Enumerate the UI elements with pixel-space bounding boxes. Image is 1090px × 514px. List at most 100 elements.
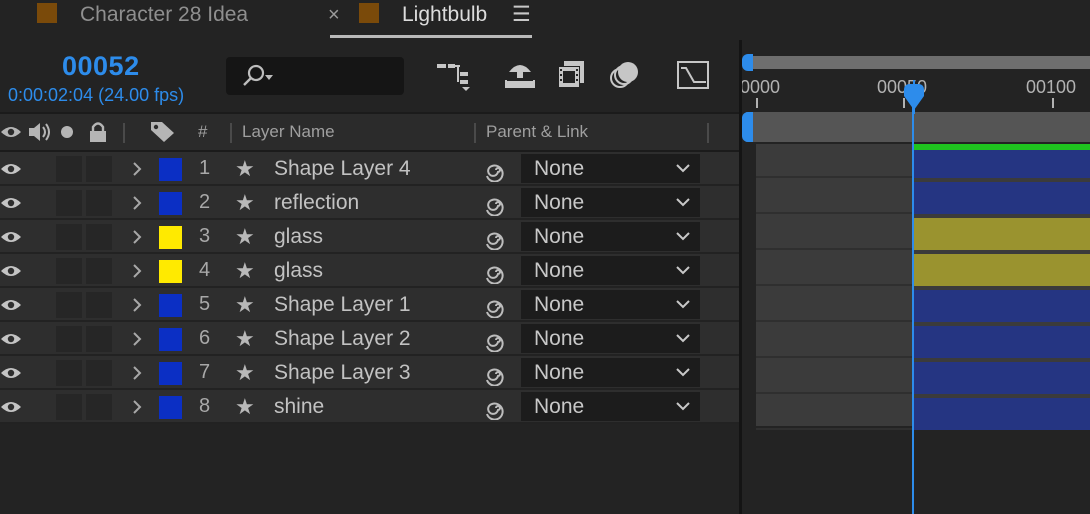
lock-icon[interactable]: [88, 121, 108, 143]
pick-whip-icon[interactable]: [484, 192, 508, 216]
solo-switch[interactable]: [56, 292, 82, 318]
tab-close-icon[interactable]: ×: [328, 3, 340, 27]
expand-chevron-icon[interactable]: [131, 229, 143, 245]
work-area-bar[interactable]: [746, 112, 1090, 142]
layer-duration-bar[interactable]: [913, 290, 1090, 322]
layer-name[interactable]: glass: [274, 225, 323, 249]
tab-lightbulb[interactable]: Lightbulb: [402, 3, 487, 27]
layer-duration-bar[interactable]: [913, 398, 1090, 430]
layer-name[interactable]: Shape Layer 1: [274, 293, 411, 317]
parent-select[interactable]: None: [521, 154, 700, 183]
lock-switch[interactable]: [86, 326, 112, 352]
current-time-indicator-icon[interactable]: [902, 80, 926, 114]
pick-whip-icon[interactable]: [484, 226, 508, 250]
layer-duration-bar[interactable]: [913, 182, 1090, 214]
eye-icon[interactable]: [0, 229, 22, 245]
graph-editor-icon[interactable]: [676, 60, 710, 90]
work-area-start-handle[interactable]: [742, 112, 753, 142]
pick-whip-icon[interactable]: [484, 260, 508, 284]
pick-whip-icon[interactable]: [484, 158, 508, 182]
time-navigator-bar[interactable]: [746, 56, 1090, 69]
eye-icon[interactable]: [0, 365, 22, 381]
layer-label-color[interactable]: [159, 226, 182, 249]
frame-blending-icon[interactable]: [556, 60, 588, 90]
layer-duration-bar[interactable]: [913, 362, 1090, 394]
layer-label-color[interactable]: [159, 328, 182, 351]
layer-name-column-header[interactable]: Layer Name: [242, 114, 335, 150]
parent-select[interactable]: None: [521, 392, 700, 421]
layer-duration-bar[interactable]: [913, 326, 1090, 358]
layer-duration-bar[interactable]: [913, 146, 1090, 178]
solo-switch[interactable]: [56, 258, 82, 284]
eye-icon[interactable]: [0, 124, 22, 140]
layer-row[interactable]: 7 ★ Shape Layer 3 None: [0, 356, 740, 390]
parent-select[interactable]: None: [521, 222, 700, 251]
lock-switch[interactable]: [86, 190, 112, 216]
lock-switch[interactable]: [86, 156, 112, 182]
solo-switch[interactable]: [56, 224, 82, 250]
eye-icon[interactable]: [0, 331, 22, 347]
expand-chevron-icon[interactable]: [131, 195, 143, 211]
layer-name[interactable]: shine: [274, 395, 324, 419]
solo-switch[interactable]: [56, 190, 82, 216]
expand-chevron-icon[interactable]: [131, 399, 143, 415]
layer-list-empty-area[interactable]: [0, 424, 740, 514]
layer-label-color[interactable]: [159, 260, 182, 283]
layer-name[interactable]: Shape Layer 2: [274, 327, 411, 351]
solo-icon[interactable]: [60, 125, 74, 139]
layer-label-color[interactable]: [159, 192, 182, 215]
pick-whip-icon[interactable]: [484, 362, 508, 386]
pick-whip-icon[interactable]: [484, 294, 508, 318]
layer-name[interactable]: reflection: [274, 191, 359, 215]
pick-whip-icon[interactable]: [484, 396, 508, 420]
parent-link-column-header[interactable]: Parent & Link: [486, 114, 588, 150]
pick-whip-icon[interactable]: [484, 328, 508, 352]
layer-label-color[interactable]: [159, 396, 182, 419]
layer-name[interactable]: Shape Layer 3: [274, 361, 411, 385]
layer-row[interactable]: 4 ★ glass None: [0, 254, 740, 288]
solo-switch[interactable]: [56, 326, 82, 352]
expand-chevron-icon[interactable]: [131, 297, 143, 313]
layer-label-color[interactable]: [159, 294, 182, 317]
motion-blur-icon[interactable]: [608, 60, 642, 90]
parent-select[interactable]: None: [521, 188, 700, 217]
layer-row[interactable]: 5 ★ Shape Layer 1 None: [0, 288, 740, 322]
eye-icon[interactable]: [0, 161, 22, 177]
parent-select[interactable]: None: [521, 324, 700, 353]
tab-character-28-idea[interactable]: Character 28 Idea: [80, 3, 248, 27]
solo-switch[interactable]: [56, 394, 82, 420]
lock-switch[interactable]: [86, 394, 112, 420]
layer-row[interactable]: 3 ★ glass None: [0, 220, 740, 254]
time-navigator-start-handle[interactable]: [742, 54, 753, 71]
number-column-header[interactable]: #: [198, 114, 207, 150]
layer-row[interactable]: 8 ★ shine None: [0, 390, 740, 424]
layer-row[interactable]: 1 ★ Shape Layer 4 None: [0, 152, 740, 186]
eye-icon[interactable]: [0, 297, 22, 313]
expand-chevron-icon[interactable]: [131, 263, 143, 279]
parent-select[interactable]: None: [521, 256, 700, 285]
layer-duration-bar[interactable]: [913, 218, 1090, 250]
composition-mini-flowchart-icon[interactable]: [436, 60, 472, 92]
layer-row[interactable]: 2 ★ reflection None: [0, 186, 740, 220]
label-column-header[interactable]: [150, 114, 176, 150]
panel-menu-icon[interactable]: ☰: [512, 3, 531, 27]
parent-select[interactable]: None: [521, 290, 700, 319]
lock-switch[interactable]: [86, 292, 112, 318]
layer-name[interactable]: Shape Layer 4: [274, 157, 411, 181]
current-time-display[interactable]: 00052: [62, 51, 140, 82]
expand-chevron-icon[interactable]: [131, 331, 143, 347]
parent-select[interactable]: None: [521, 358, 700, 387]
expand-chevron-icon[interactable]: [131, 365, 143, 381]
eye-icon[interactable]: [0, 399, 22, 415]
layer-label-color[interactable]: [159, 158, 182, 181]
layer-search-input[interactable]: [226, 57, 404, 95]
lock-switch[interactable]: [86, 224, 112, 250]
layer-duration-bar[interactable]: [913, 254, 1090, 286]
expand-chevron-icon[interactable]: [131, 161, 143, 177]
layer-label-color[interactable]: [159, 362, 182, 385]
eye-icon[interactable]: [0, 195, 22, 211]
eye-icon[interactable]: [0, 263, 22, 279]
solo-switch[interactable]: [56, 156, 82, 182]
layer-name[interactable]: glass: [274, 259, 323, 283]
lock-switch[interactable]: [86, 360, 112, 386]
